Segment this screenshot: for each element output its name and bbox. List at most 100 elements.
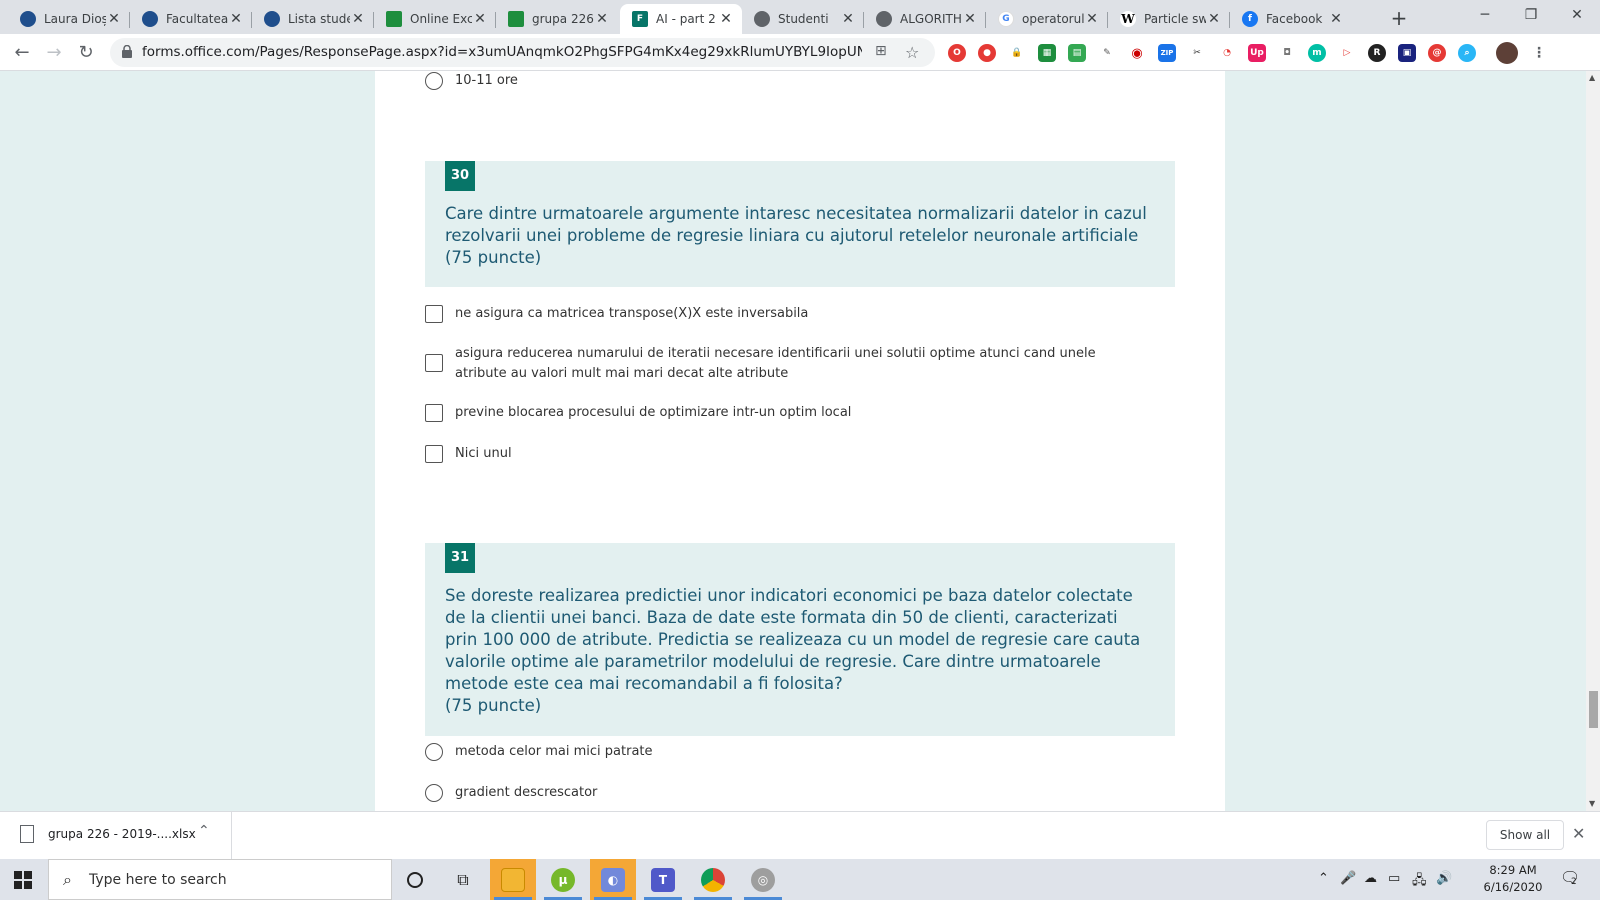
screen-ext-icon[interactable]: ▣ [1398, 44, 1416, 62]
timer-ext-icon[interactable]: ◔ [1218, 44, 1236, 62]
clock-time: 8:29 AM [1489, 863, 1537, 877]
tab-online-excel[interactable]: Online Exce ✕ [374, 4, 496, 34]
minimize-icon[interactable]: ─ [1462, 0, 1508, 30]
radio-button[interactable] [425, 72, 443, 90]
battery-icon[interactable]: ▭ [1388, 871, 1400, 886]
question-points: (75 puncte) [445, 248, 542, 267]
checkbox[interactable] [425, 354, 443, 372]
close-icon[interactable]: ✕ [472, 11, 488, 27]
download-item[interactable]: grupa 226 - 2019-....xlsx ⌃ [0, 812, 232, 860]
r-ext-icon[interactable]: R [1368, 44, 1386, 62]
tab-algorithm[interactable]: ALGORITHM ✕ [864, 4, 986, 34]
pen-ext-icon[interactable]: ✎ [1098, 44, 1116, 62]
tab-title: Studenti [778, 12, 829, 26]
back-icon[interactable]: ← [8, 39, 36, 67]
camera-ext-icon[interactable]: ◘ [1278, 44, 1296, 62]
question-points: (75 puncte) [445, 696, 542, 715]
close-icon[interactable]: ✕ [106, 11, 122, 27]
system-clock[interactable]: 8:29 AM 6/16/2020 [1478, 862, 1548, 896]
spiral-ext-icon[interactable]: @ [1428, 44, 1446, 62]
tab-particle[interactable]: W Particle swa ✕ [1108, 4, 1230, 34]
utorrent-icon[interactable]: µ [540, 859, 586, 900]
disk-app-icon[interactable]: ◎ [740, 859, 786, 900]
option-checkbox[interactable]: Nici unul [425, 444, 1125, 464]
show-all-button[interactable]: Show all [1486, 820, 1564, 850]
radio-button[interactable] [425, 743, 443, 761]
chrome-icon[interactable] [690, 859, 736, 900]
tab-ai-part2[interactable]: F AI - part 2 ✕ [620, 4, 742, 34]
option-checkbox[interactable]: ne asigura ca matricea transpose(X)X est… [425, 304, 1125, 324]
puzzle-ext-icon[interactable]: ✂ [1188, 44, 1206, 62]
close-icon[interactable]: ✕ [1206, 11, 1222, 27]
page-scrollbar[interactable]: ▲ ▼ [1586, 71, 1600, 811]
close-icon[interactable]: ✕ [350, 11, 366, 27]
option-radio[interactable]: metoda celor mai mici patrate [425, 742, 653, 762]
option-checkbox[interactable]: previne blocarea procesului de optimizar… [425, 403, 1125, 423]
close-window-icon[interactable]: ✕ [1554, 0, 1600, 30]
close-icon[interactable]: ✕ [718, 11, 734, 27]
arrow-ext-icon[interactable]: ▷ [1338, 44, 1356, 62]
new-tab-button[interactable]: + [1386, 6, 1412, 32]
tomato-ext-icon[interactable]: ● [978, 44, 996, 62]
tab-studenti[interactable]: Studenti ✕ [742, 4, 864, 34]
tab-operatorul[interactable]: G operatorul ✕ [986, 4, 1108, 34]
close-icon[interactable]: ✕ [840, 11, 856, 27]
up-ext-icon[interactable]: Up [1248, 44, 1266, 62]
onedrive-icon[interactable]: ☁ [1364, 871, 1377, 886]
close-icon[interactable]: ✕ [594, 11, 610, 27]
tab-title: Lista studen [288, 12, 350, 26]
task-view-icon[interactable]: ⧉ [440, 859, 486, 900]
opera-ext-icon[interactable]: O [948, 44, 966, 62]
cortana-icon[interactable] [392, 859, 438, 900]
scroll-down-icon[interactable]: ▼ [1589, 799, 1595, 808]
taskbar-search[interactable]: ⌕ Type here to search [48, 859, 392, 900]
option-radio[interactable]: 10-11 ore [425, 71, 518, 91]
scroll-up-icon[interactable]: ▲ [1589, 73, 1595, 82]
scroll-thumb[interactable] [1589, 691, 1598, 728]
reload-icon[interactable]: ↻ [72, 39, 100, 67]
discord-icon[interactable]: ◐ [590, 859, 636, 900]
restore-icon[interactable]: ❐ [1508, 0, 1554, 30]
translate-icon[interactable]: ⊞ [875, 43, 887, 59]
chevron-up-icon[interactable]: ⌃ [1318, 871, 1329, 886]
close-icon[interactable]: ✕ [1572, 824, 1585, 843]
eye-ext-icon[interactable]: ◉ [1128, 44, 1146, 62]
checkbox[interactable] [425, 305, 443, 323]
sheets-ext-icon[interactable]: ▦ [1038, 44, 1056, 62]
microphone-icon[interactable]: 🎤 [1340, 871, 1356, 886]
network-icon[interactable]: 🖧 [1412, 871, 1427, 893]
close-icon[interactable]: ✕ [1328, 11, 1344, 27]
close-icon[interactable]: ✕ [1084, 11, 1100, 27]
menu-dots-icon[interactable]: ⋮ [1530, 44, 1548, 62]
file-explorer-icon[interactable] [490, 859, 536, 900]
tab-lista[interactable]: Lista studen ✕ [252, 4, 374, 34]
zip-ext-icon[interactable]: ZIP [1158, 44, 1176, 62]
forward-icon[interactable]: → [40, 39, 68, 67]
m-ext-icon[interactable]: m [1308, 44, 1326, 62]
option-checkbox[interactable]: asigura reducerea numarului de iteratii … [425, 344, 1125, 384]
tab-facultatea[interactable]: Facultatea d ✕ [130, 4, 252, 34]
globe-icon [20, 11, 36, 27]
teams-icon[interactable]: T [640, 859, 686, 900]
close-icon[interactable]: ✕ [962, 11, 978, 27]
lock-ext-icon[interactable]: 🔒 [1008, 44, 1026, 62]
volume-icon[interactable]: 🔊 [1436, 871, 1452, 886]
notification-center-icon[interactable]: 🗨 2 [1560, 868, 1582, 890]
checkbox[interactable] [425, 445, 443, 463]
close-icon[interactable]: ✕ [228, 11, 244, 27]
tab-laura[interactable]: Laura Dioșa ✕ [8, 4, 130, 34]
checkbox[interactable] [425, 404, 443, 422]
search-ext-icon[interactable]: ⌕ [1458, 44, 1476, 62]
address-bar[interactable]: forms.office.com/Pages/ResponsePage.aspx… [110, 38, 935, 67]
chevron-up-icon[interactable]: ⌃ [198, 823, 210, 839]
avatar[interactable] [1496, 42, 1518, 64]
tab-title: Facultatea d [166, 12, 228, 26]
tab-facebook[interactable]: f Facebook ✕ [1230, 4, 1352, 34]
globe-icon [754, 11, 770, 27]
radio-button[interactable] [425, 784, 443, 802]
doc-ext-icon[interactable]: ▤ [1068, 44, 1086, 62]
bookmark-star-icon[interactable]: ☆ [905, 43, 919, 62]
windows-start-icon[interactable] [14, 871, 32, 889]
tab-grupa[interactable]: grupa 226 ✕ [496, 4, 618, 34]
option-radio[interactable]: gradient descrescator [425, 783, 597, 803]
